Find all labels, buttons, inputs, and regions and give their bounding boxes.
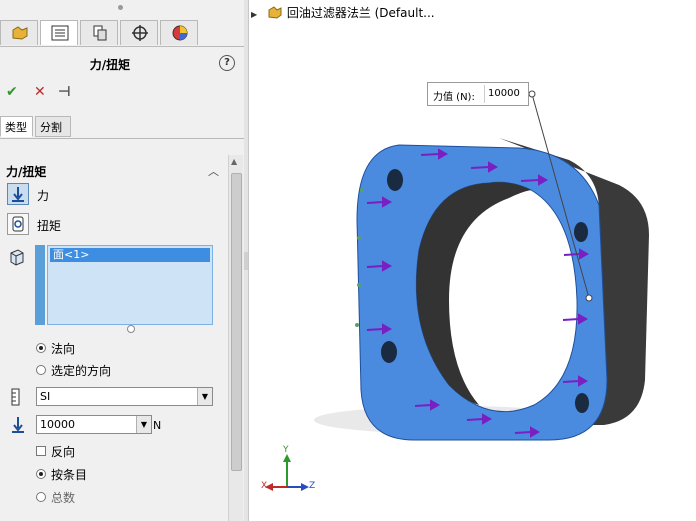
force-arrow-icon: [12, 187, 24, 202]
leader-end: [585, 294, 593, 302]
bolt-hole: [575, 393, 589, 413]
unit-system-value: SI: [40, 390, 51, 403]
divider: [0, 138, 244, 139]
unit-system-select[interactable]: SI ▼: [36, 387, 213, 406]
per-item-radio[interactable]: [36, 469, 46, 479]
selected-direction-radio[interactable]: [36, 365, 46, 375]
force-value-input[interactable]: 10000 ▼: [36, 415, 152, 434]
scroll-up-icon[interactable]: ▲: [231, 157, 237, 166]
tab-property-manager[interactable]: [40, 20, 78, 45]
triad-y-label: Y: [283, 445, 289, 455]
bolt-hole: [574, 222, 588, 242]
selected-direction-label: 选定的方向: [51, 364, 112, 378]
feature-manager-icon: [12, 26, 28, 40]
collapse-chevron-icon[interactable]: ︿: [208, 163, 219, 179]
panel-scrollbar[interactable]: ▲: [228, 155, 243, 521]
triad-z-label: Z: [309, 481, 316, 491]
pin-icon[interactable]: ⊣: [58, 84, 71, 100]
ok-icon[interactable]: ✔: [6, 84, 18, 100]
callout-divider: [484, 85, 485, 103]
force-value-icon: [10, 416, 26, 437]
torque-label: 扭矩: [37, 219, 62, 233]
leader-start: [528, 90, 536, 98]
selection-item[interactable]: 面<1>: [50, 248, 210, 262]
reverse-checkbox[interactable]: [36, 446, 46, 456]
graphics-viewport[interactable]: ▶ 回油过滤器法兰 (Default... Y X Z 力值 (N): 1000…: [249, 0, 696, 521]
normal-radio[interactable]: [36, 343, 46, 353]
dimxpert-icon: [132, 25, 148, 41]
axis-triad: [265, 454, 309, 491]
torque-toggle-button[interactable]: [7, 213, 29, 235]
force-unit: N: [153, 419, 162, 432]
units-icon: [10, 388, 22, 409]
splitter-grip[interactable]: [244, 252, 248, 270]
property-manager-panel: 力/扭矩 ? ✔ ✕ ⊣ 类型 分割 力/扭矩 ︿ 力 扭矩 面<1> 法向 选…: [0, 0, 245, 521]
per-item-label: 按条目: [51, 468, 88, 482]
bolt-hole: [381, 341, 397, 363]
force-value-callout[interactable]: 力值 (N): 10000: [427, 82, 529, 106]
bolt-hole: [387, 169, 403, 191]
force-toggle-button[interactable]: [7, 183, 29, 205]
cancel-icon[interactable]: ✕: [34, 84, 46, 100]
tab-split[interactable]: 分割: [35, 116, 71, 137]
total-label: 总数: [51, 491, 76, 505]
help-icon[interactable]: ?: [219, 55, 235, 71]
panel-grip[interactable]: [118, 5, 123, 10]
property-manager-title: 力/扭矩: [89, 58, 131, 72]
reverse-label: 反向: [51, 445, 76, 459]
chevron-down-icon[interactable]: ▼: [197, 388, 212, 405]
callout-label: 力值 (N):: [433, 92, 475, 103]
face-selection-list[interactable]: 面<1>: [47, 245, 213, 325]
display-manager-icon: [172, 25, 188, 41]
tab-dimxpert[interactable]: [120, 20, 158, 45]
force-label: 力: [37, 189, 50, 203]
face-selection-icon: [8, 248, 26, 269]
normal-radio-label: 法向: [51, 342, 76, 356]
configuration-manager-icon: [93, 25, 107, 41]
chevron-down-icon[interactable]: ▼: [136, 416, 151, 433]
total-radio[interactable]: [36, 492, 46, 502]
triad-x-label: X: [261, 481, 268, 491]
scroll-thumb[interactable]: [231, 173, 242, 471]
group-title: 力/扭矩: [6, 165, 47, 179]
tab-feature-manager[interactable]: [0, 20, 38, 45]
tab-type[interactable]: 类型: [0, 116, 33, 137]
model-view: [265, 90, 649, 491]
selection-accent: [35, 245, 45, 325]
torque-icon: [12, 216, 24, 232]
list-resize-handle[interactable]: [127, 325, 135, 333]
manager-tabs: [0, 20, 244, 47]
tab-display-manager[interactable]: [160, 20, 198, 45]
force-value: 10000: [40, 418, 75, 431]
callout-value: 10000: [488, 88, 520, 99]
property-manager-icon: [51, 25, 69, 41]
tab-configuration-manager[interactable]: [80, 20, 118, 45]
